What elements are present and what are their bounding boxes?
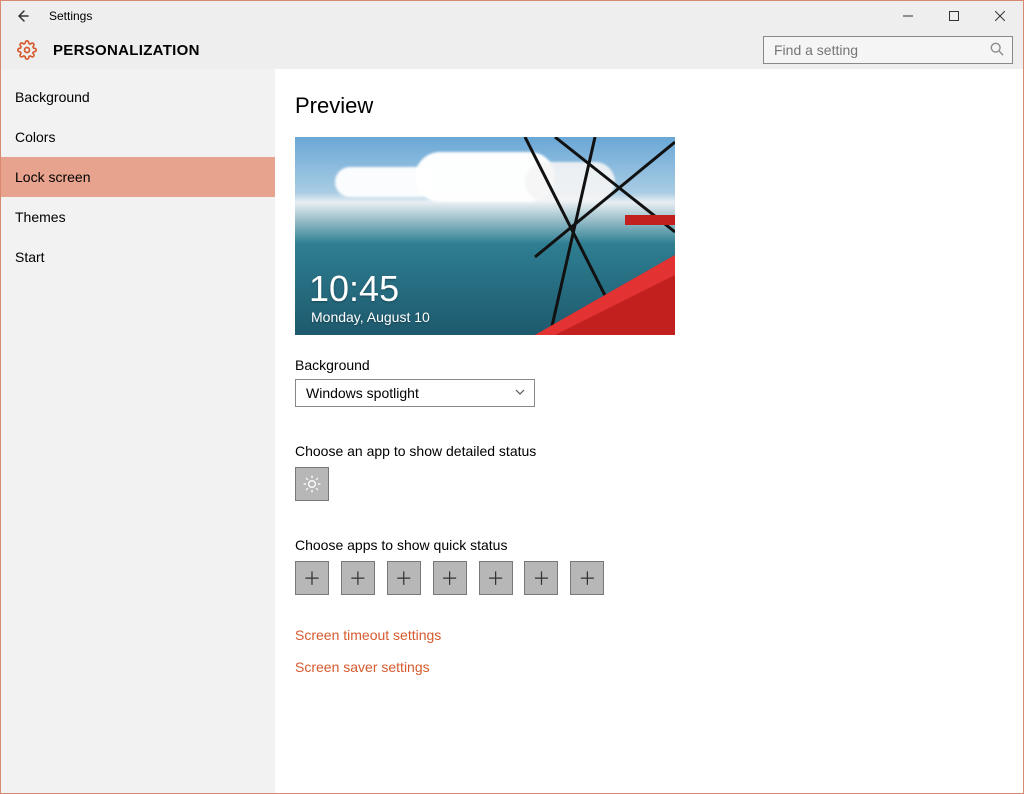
sidebar-item-colors[interactable]: Colors — [1, 117, 275, 157]
weather-sun-icon — [302, 474, 322, 494]
quick-status-slot[interactable]: ＋ — [341, 561, 375, 595]
plus-icon: ＋ — [303, 565, 321, 591]
chevron-down-icon — [514, 385, 526, 401]
plus-icon: ＋ — [532, 565, 550, 591]
plus-icon: ＋ — [578, 565, 596, 591]
quick-status-slot[interactable]: ＋ — [295, 561, 329, 595]
plus-icon: ＋ — [349, 565, 367, 591]
quick-status-slot[interactable]: ＋ — [387, 561, 421, 595]
sidebar: Background Colors Lock screen Themes Sta… — [1, 69, 275, 793]
titlebar: Settings — [1, 1, 1023, 31]
quick-status-slot[interactable]: ＋ — [524, 561, 558, 595]
window-title: Settings — [43, 9, 92, 23]
minimize-icon — [903, 11, 913, 21]
quick-status-row: ＋ ＋ ＋ ＋ ＋ ＋ ＋ — [295, 553, 1003, 595]
preview-date: Monday, August 10 — [311, 309, 430, 325]
search-input[interactable] — [772, 41, 990, 59]
sidebar-item-label: Themes — [15, 209, 66, 225]
sidebar-item-background[interactable]: Background — [1, 77, 275, 117]
maximize-button[interactable] — [931, 1, 977, 31]
sidebar-item-label: Background — [15, 89, 90, 105]
background-label: Background — [295, 357, 1003, 373]
section-title: PERSONALIZATION — [43, 42, 200, 59]
settings-window: Settings PERSONALIZATION — [0, 0, 1024, 794]
quick-status-slot[interactable]: ＋ — [433, 561, 467, 595]
content: Preview 10:45 Monday, August 10 — [275, 69, 1023, 793]
preview-time: 10:45 — [309, 271, 399, 307]
sidebar-item-themes[interactable]: Themes — [1, 197, 275, 237]
search-icon — [990, 42, 1004, 59]
wing-decoration — [505, 215, 675, 335]
sidebar-item-label: Lock screen — [15, 169, 90, 185]
sidebar-item-label: Colors — [15, 129, 55, 145]
search-box[interactable] — [763, 36, 1013, 64]
minimize-button[interactable] — [885, 1, 931, 31]
background-dropdown[interactable]: Windows spotlight — [295, 379, 535, 407]
close-button[interactable] — [977, 1, 1023, 31]
sidebar-item-lock-screen[interactable]: Lock screen — [1, 157, 275, 197]
sidebar-item-label: Start — [15, 249, 45, 265]
body: Background Colors Lock screen Themes Sta… — [1, 69, 1023, 793]
detailed-status-label: Choose an app to show detailed status — [295, 443, 1003, 459]
background-dropdown-value: Windows spotlight — [306, 385, 419, 401]
quick-status-slot[interactable]: ＋ — [479, 561, 513, 595]
page-heading: Preview — [295, 93, 1003, 119]
plus-icon: ＋ — [395, 565, 413, 591]
plus-icon: ＋ — [487, 565, 505, 591]
screen-saver-link[interactable]: Screen saver settings — [295, 659, 1003, 675]
header: PERSONALIZATION — [1, 31, 1023, 69]
sidebar-item-start[interactable]: Start — [1, 237, 275, 277]
lockscreen-preview: 10:45 Monday, August 10 — [295, 137, 675, 335]
quick-status-slot[interactable]: ＋ — [570, 561, 604, 595]
detailed-status-app[interactable] — [295, 467, 329, 501]
maximize-icon — [949, 11, 959, 21]
close-icon — [995, 11, 1005, 21]
screen-timeout-link[interactable]: Screen timeout settings — [295, 627, 1003, 643]
plus-icon: ＋ — [441, 565, 459, 591]
arrow-left-icon — [15, 9, 29, 23]
gear-icon — [11, 40, 43, 60]
back-button[interactable] — [1, 9, 43, 23]
quick-status-label: Choose apps to show quick status — [295, 537, 1003, 553]
